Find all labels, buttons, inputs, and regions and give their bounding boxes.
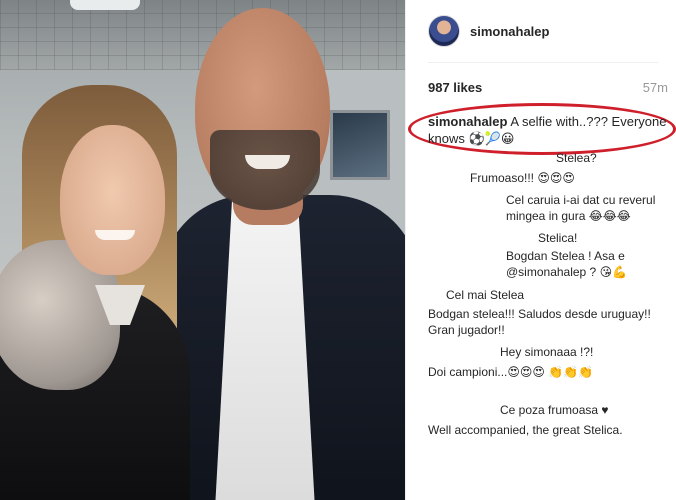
post-time[interactable]: 57m bbox=[643, 80, 668, 95]
comment: Ce poza frumoasa ♥ bbox=[500, 403, 609, 417]
comment: Well accompanied, the great Stelica. bbox=[428, 423, 623, 437]
comment: Stelea? bbox=[556, 151, 597, 165]
comment: Hey simonaaa !?! bbox=[500, 345, 594, 359]
likes-row: 987 likes 57m bbox=[428, 80, 668, 95]
comment: Stelica! bbox=[538, 231, 578, 245]
man-beard bbox=[210, 130, 320, 210]
man-smile bbox=[245, 155, 290, 169]
post-caption: simonahalep A selfie with..??? Everyone … bbox=[428, 113, 668, 147]
avatar[interactable] bbox=[428, 15, 460, 47]
post-header: simonahalep bbox=[406, 0, 676, 62]
header-username[interactable]: simonahalep bbox=[470, 24, 549, 39]
woman-smile bbox=[95, 230, 135, 240]
instagram-post-screenshot: simonahalep 987 likes 57m simonahalep A … bbox=[0, 0, 676, 500]
comment: Frumoaso!!! 😍😍😍 bbox=[470, 171, 575, 185]
post-sidebar: simonahalep 987 likes 57m simonahalep A … bbox=[405, 0, 676, 500]
comment: Bogdan Stelea ! Asa e @simonahalep ? 😘💪 bbox=[506, 249, 628, 279]
comment: Cel mai Stelea bbox=[446, 288, 525, 302]
ceiling-light bbox=[70, 0, 140, 10]
caption-username[interactable]: simonahalep bbox=[428, 114, 507, 129]
background-window bbox=[330, 110, 390, 180]
post-photo bbox=[0, 0, 405, 500]
woman-face bbox=[60, 125, 165, 275]
comment: Bodgan stelea!!! Saludos desde uruguay!!… bbox=[428, 307, 651, 337]
comment: Doi campioni...😍😍😍 👏👏👏 bbox=[428, 365, 594, 379]
likes-count[interactable]: 987 likes bbox=[428, 80, 482, 95]
header-divider bbox=[428, 62, 658, 63]
comment: Cel caruia i-ai dat cu reverul mingea in… bbox=[506, 193, 656, 223]
